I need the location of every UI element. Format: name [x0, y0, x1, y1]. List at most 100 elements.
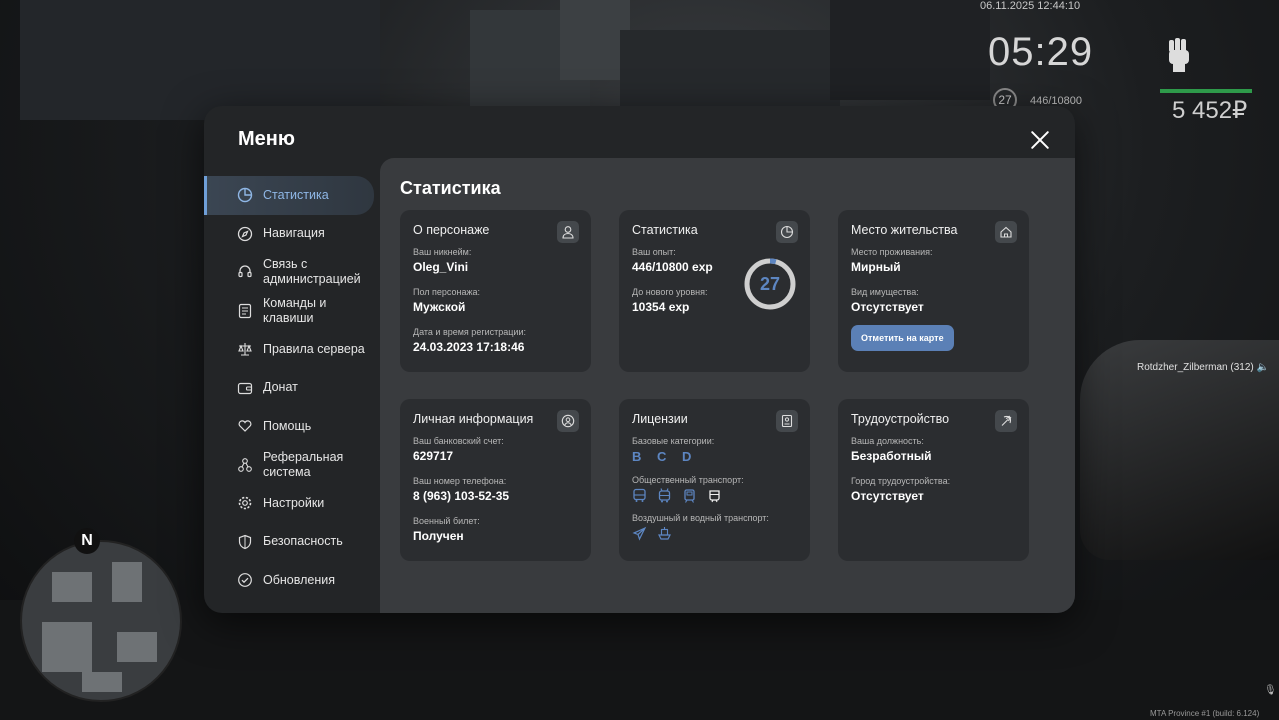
phone-label: Ваш номер телефона: — [413, 476, 507, 486]
map-block — [117, 632, 157, 662]
user-circle-icon — [557, 410, 579, 432]
hud-health-bar — [1160, 89, 1252, 93]
map-block — [82, 672, 122, 692]
card-title: О персонаже — [413, 223, 490, 237]
sidebar-item-label: Навигация — [263, 226, 325, 241]
bus-icon — [633, 488, 646, 502]
map-block — [52, 572, 92, 602]
hud-clock: 05:29 — [988, 30, 1094, 74]
stats-card: Статистика Ваш опыт: 446/10800 exp До но… — [619, 210, 810, 372]
sidebar-item-help[interactable]: Помощь — [204, 407, 380, 446]
position-value: Безработный — [851, 449, 932, 463]
sidebar-item-security[interactable]: Безопасность — [204, 523, 380, 562]
employment-card: Трудоустройство Ваша должность: Безработ… — [838, 399, 1029, 561]
sidebar-item-admin-contact[interactable]: Связь с администрацией — [204, 253, 380, 292]
map-block — [112, 562, 142, 602]
personal-info-card: Личная информация Ваш банковский счет: 6… — [400, 399, 591, 561]
air-water-label: Воздушный и водный транспорт: — [632, 513, 769, 523]
sidebar-item-label: Статистика — [263, 187, 329, 202]
metro-icon — [709, 490, 720, 503]
building — [830, 0, 990, 100]
sidebar: Статистика Навигация Связь с администрац… — [204, 176, 380, 600]
plane-icon — [632, 526, 647, 541]
menu-title: Меню — [238, 128, 295, 150]
card-title: Трудоустройство — [851, 412, 950, 426]
hud-money: 5 452₽ — [1172, 97, 1248, 124]
base-categories-label: Базовые категории: — [632, 436, 715, 446]
exp-label: Ваш опыт: — [632, 247, 676, 257]
place-value: Мирный — [851, 260, 901, 274]
base-categories-value: B C D — [632, 449, 698, 464]
sidebar-item-rules[interactable]: Правила сервера — [204, 330, 380, 369]
phone-value: 8 (963) 103-52-35 — [413, 489, 510, 503]
ground — [0, 600, 1279, 720]
chart-pie-icon — [776, 221, 798, 243]
card-title: Статистика — [632, 223, 698, 237]
player-nametag: Rotdzher_Zilberman (312) 🔈 — [1137, 362, 1269, 373]
trolleybus-icon — [658, 488, 671, 503]
residence-card: Место жительства Место проживания: Мирны… — [838, 210, 1029, 372]
close-button[interactable] — [1028, 128, 1052, 152]
registration-label: Дата и время регистрации: — [413, 327, 526, 337]
sidebar-item-settings[interactable]: Настройки — [204, 484, 380, 523]
registration-value: 24.03.2023 17:18:46 — [413, 340, 525, 354]
building — [20, 0, 380, 120]
public-transport-icons — [632, 488, 797, 503]
menu-window: Меню Статистика Навигация Связь с админи… — [204, 106, 1075, 613]
nickname-label: Ваш никнейм: — [413, 247, 472, 257]
character-card: О персонаже Ваш никнейм: Oleg_Vini Пол п… — [400, 210, 591, 372]
gender-label: Пол персонажа: — [413, 287, 481, 297]
content-panel: Статистика О персонаже Ваш никнейм: Oleg… — [380, 158, 1075, 613]
bank-label: Ваш банковский счет: — [413, 436, 504, 446]
map-block — [42, 622, 92, 672]
place-label: Место проживания: — [851, 247, 933, 257]
property-label: Вид имущества: — [851, 287, 919, 297]
sidebar-item-label: Безопасность — [263, 534, 343, 549]
work-city-value: Отсутствует — [851, 489, 924, 503]
card-title: Место жительства — [851, 223, 958, 237]
home-icon — [995, 221, 1017, 243]
sidebar-item-label: Связь с администрацией — [263, 257, 361, 287]
sidebar-item-updates[interactable]: Обновления — [204, 561, 380, 600]
pickaxe-icon — [995, 410, 1017, 432]
gender-value: Мужской — [413, 300, 466, 314]
sidebar-item-commands[interactable]: Команды и клавиши — [204, 292, 380, 331]
sidebar-item-navigation[interactable]: Навигация — [204, 215, 380, 254]
position-label: Ваша должность: — [851, 436, 924, 446]
building — [620, 30, 840, 110]
air-water-icons — [632, 526, 797, 541]
sidebar-item-statistics[interactable]: Статистика — [204, 176, 374, 215]
check-circle-icon — [238, 573, 252, 588]
sidebar-item-label: Правила сервера — [263, 341, 365, 356]
shield-icon — [238, 534, 252, 549]
chart-pie-icon — [237, 188, 253, 203]
gear-icon — [238, 496, 252, 510]
compass-north: N — [74, 528, 100, 554]
headset-icon — [238, 265, 252, 278]
sidebar-item-label: Настройки — [263, 495, 325, 510]
network-icon — [238, 457, 252, 472]
military-value: Получен — [413, 529, 464, 543]
user-icon — [557, 221, 579, 243]
mark-on-map-button[interactable]: Отметить на карте — [851, 325, 954, 351]
level-number: 27 — [759, 274, 781, 294]
sidebar-item-label: Донат — [263, 380, 298, 395]
hud-date: 06.11.2025 12:44:10 — [980, 0, 1081, 12]
heart-hand-icon — [238, 420, 252, 433]
sidebar-item-donate[interactable]: Донат — [204, 369, 380, 408]
military-label: Военный билет: — [413, 516, 480, 526]
sidebar-item-label: Команды и клавиши — [263, 295, 327, 325]
sidebar-item-referral[interactable]: Реферальная система — [204, 446, 380, 485]
keyboard-icon — [238, 303, 252, 318]
tram-icon — [684, 489, 695, 503]
card-title: Личная информация — [413, 412, 534, 426]
scales-icon — [238, 343, 252, 356]
sidebar-item-label: Обновления — [263, 572, 335, 587]
build-info: MTA Province #1 (build: 6.124) — [1150, 709, 1260, 718]
bank-value: 629717 — [413, 449, 454, 463]
player-name: Rotdzher_Zilberman (312) — [1137, 362, 1254, 373]
mic-icon: 🎙 — [1264, 685, 1277, 696]
page-title: Статистика — [400, 178, 501, 198]
public-transport-label: Общественный транспорт: — [632, 475, 744, 485]
fist-icon — [1169, 38, 1189, 72]
